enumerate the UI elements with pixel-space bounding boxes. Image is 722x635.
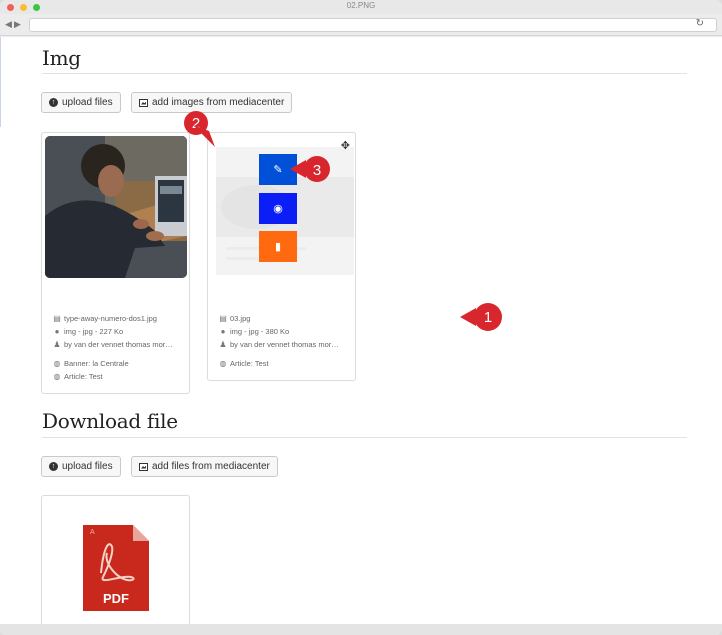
move-icon[interactable]: ✥ <box>341 139 350 152</box>
download-section-title: Download file <box>42 409 178 433</box>
browser-window: 02.PNG ◀ ▶ ↻ Img ↑ upload files add imag… <box>0 0 722 635</box>
file-icon: ▤ <box>53 314 61 323</box>
callout-marker-1: 1 <box>483 308 493 326</box>
file-banner: ◍ Banner: la Centrale <box>53 359 129 368</box>
file-name: ▤ type-away-numero-dos1.jpg <box>53 314 157 323</box>
download-section-divider <box>42 437 687 438</box>
download-mediacenter-label: add files from mediacenter <box>152 461 270 472</box>
upload-icon: ↑ <box>49 98 58 107</box>
delete-button[interactable]: ▮ <box>259 231 297 262</box>
globe-icon: ◍ <box>53 372 61 381</box>
img-mediacenter-button[interactable]: add images from mediacenter <box>131 92 293 113</box>
left-edge-rule <box>0 37 1 127</box>
window-bottom-bar <box>0 624 722 635</box>
svg-text:A: A <box>90 529 95 536</box>
download-upload-button[interactable]: ↑ upload files <box>41 456 121 477</box>
img-upload-button[interactable]: ↑ upload files <box>41 92 121 113</box>
file-info: ● img - jpg - 227 Ko <box>54 327 124 336</box>
reload-icon[interactable]: ↻ <box>696 18 704 29</box>
file-author: ♟ by van der vennet thomas mor… <box>53 340 173 349</box>
user-icon: ♟ <box>219 340 227 349</box>
download-mediacenter-button[interactable]: add files from mediacenter <box>131 456 278 477</box>
browser-toolbar: ◀ ▶ ↻ <box>0 14 722 36</box>
image-thumbnail[interactable] <box>45 136 187 278</box>
upload-icon: ↑ <box>49 462 58 471</box>
trash-icon: ▮ <box>274 241 282 253</box>
info-icon: ● <box>54 327 60 336</box>
pdf-file-card[interactable]: A PDF <box>41 495 190 624</box>
eye-icon: ◉ <box>273 203 283 215</box>
file-article: ◍ Article: Test <box>53 372 103 381</box>
file-name: ▤ 03.jpg <box>219 314 251 323</box>
img-upload-label: upload files <box>62 97 113 108</box>
file-icon: ▤ <box>219 314 227 323</box>
info-icon: ● <box>220 327 226 336</box>
title-bar: 02.PNG <box>0 0 722 14</box>
globe-icon: ◍ <box>219 359 227 368</box>
file-info: ● img - jpg - 380 Ko <box>220 327 290 336</box>
view-button[interactable]: ◉ <box>259 193 297 224</box>
user-icon: ♟ <box>53 340 61 349</box>
pdf-file-icon: A PDF <box>83 525 149 611</box>
image-card-1[interactable]: ▤ type-away-numero-dos1.jpg ● img - jpg - … <box>41 132 190 394</box>
globe-icon: ◍ <box>53 359 61 368</box>
file-author: ♟ by van der vennet thomas mor… <box>219 340 339 349</box>
image-icon <box>139 462 148 471</box>
file-article: ◍ Article: Test <box>219 359 269 368</box>
download-upload-label: upload files <box>62 461 113 472</box>
page-content: Img ↑ upload files add images from media… <box>0 37 722 624</box>
img-mediacenter-label: add images from mediacenter <box>152 97 285 108</box>
img-section-title: Img <box>42 46 81 70</box>
pdf-label: PDF <box>103 591 129 606</box>
pencil-icon: ✎ <box>273 164 283 176</box>
back-icon[interactable]: ◀ <box>5 19 12 30</box>
window-title: 02.PNG <box>346 1 376 10</box>
photo-person-laptop <box>45 136 187 278</box>
callout-pointer-2 <box>193 125 215 147</box>
forward-icon[interactable]: ▶ <box>14 19 21 30</box>
callout-marker-3: 3 <box>312 161 322 179</box>
image-icon <box>139 98 148 107</box>
img-section-divider <box>42 73 687 74</box>
address-bar[interactable]: ↻ <box>29 18 717 32</box>
